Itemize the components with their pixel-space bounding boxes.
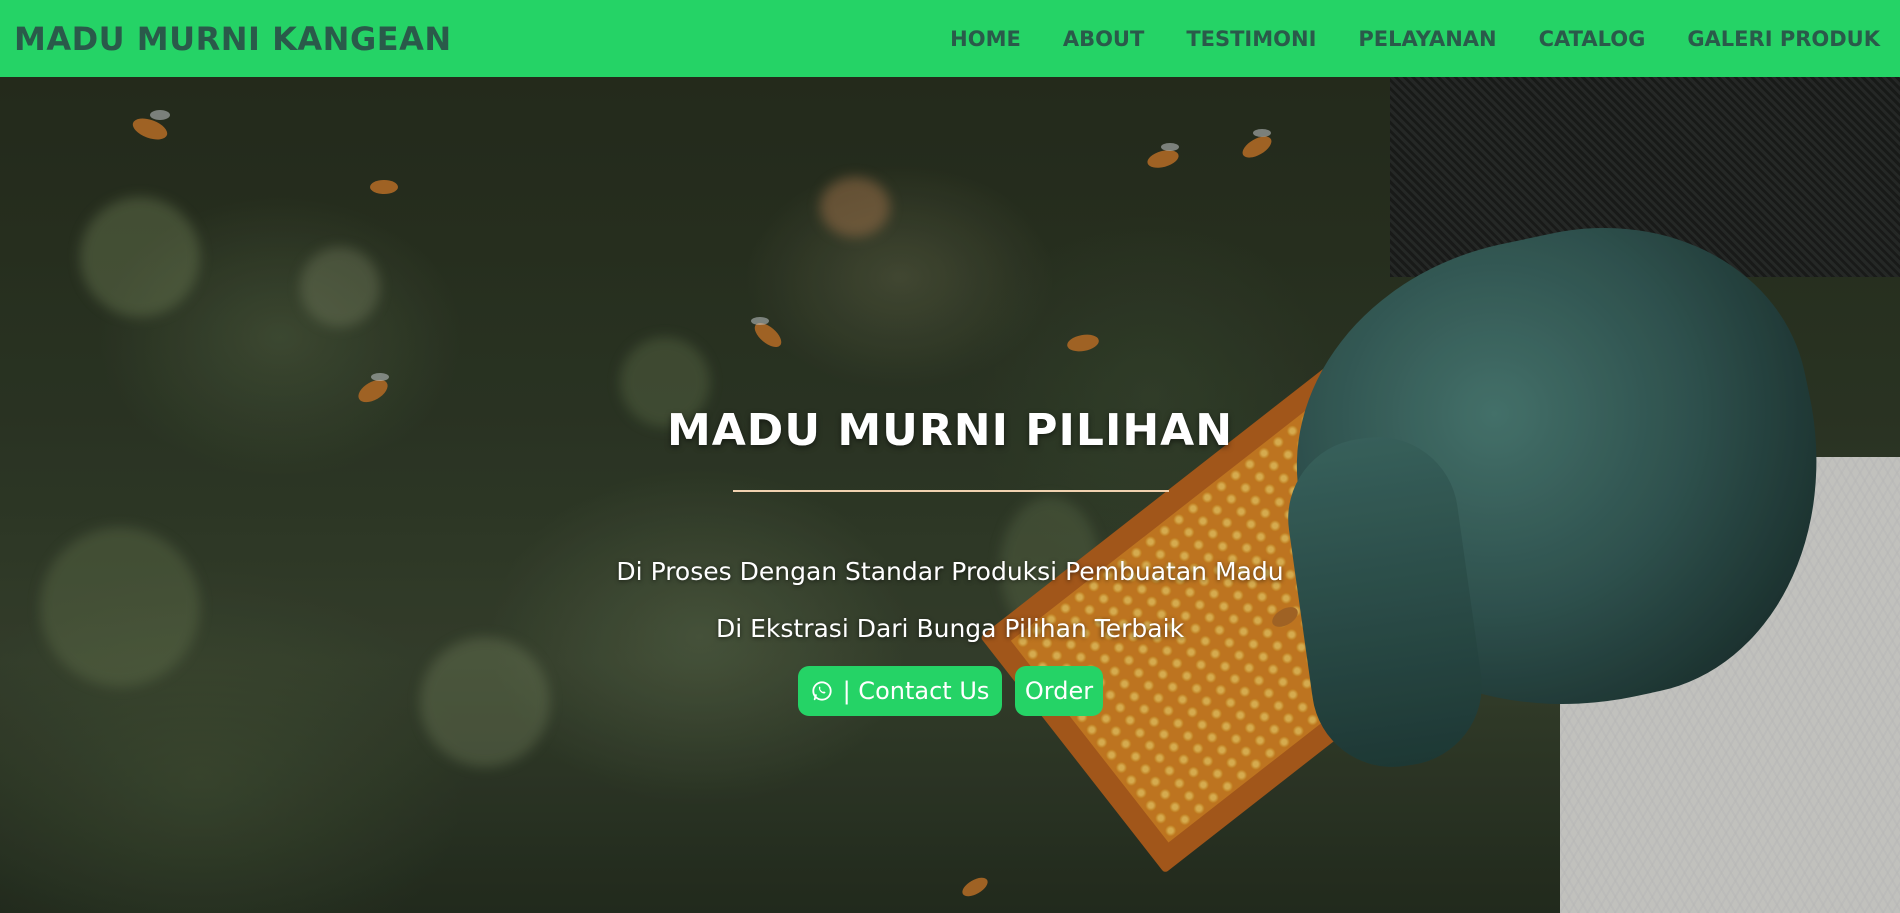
nav-item-testimoni[interactable]: TESTIMONI (1186, 27, 1316, 51)
nav-item-galeri-produk[interactable]: GALERI PRODUK (1687, 27, 1880, 51)
order-button[interactable]: Order (1015, 666, 1103, 716)
hero-section: MADU MURNI PILIHAN Di Proses Dengan Stan… (0, 77, 1900, 913)
contact-us-button[interactable]: | Contact Us (798, 666, 1002, 716)
contact-us-label: | Contact Us (842, 677, 990, 705)
nav-item-about[interactable]: ABOUT (1063, 27, 1145, 51)
navbar: MADU MURNI KANGEAN HOME ABOUT TESTIMONI … (0, 0, 1900, 77)
nav-item-catalog[interactable]: CATALOG (1539, 27, 1646, 51)
order-label: Order (1024, 677, 1094, 705)
hero-title: MADU MURNI PILIHAN (666, 405, 1234, 456)
brand-logo[interactable]: MADU MURNI KANGEAN (14, 20, 452, 58)
nav-menu: HOME ABOUT TESTIMONI PELAYANAN CATALOG G… (908, 27, 1880, 51)
hero-overlay (0, 77, 1900, 913)
hero-subtitle-line-1: Di Proses Dengan Standar Produksi Pembua… (616, 557, 1284, 586)
hero-divider (733, 490, 1169, 492)
whatsapp-icon (811, 681, 832, 701)
nav-item-home[interactable]: HOME (950, 27, 1021, 51)
hero-subtitle-line-2: Di Ekstrasi Dari Bunga Pilihan Terbaik (715, 614, 1185, 643)
nav-item-pelayanan[interactable]: PELAYANAN (1358, 27, 1496, 51)
